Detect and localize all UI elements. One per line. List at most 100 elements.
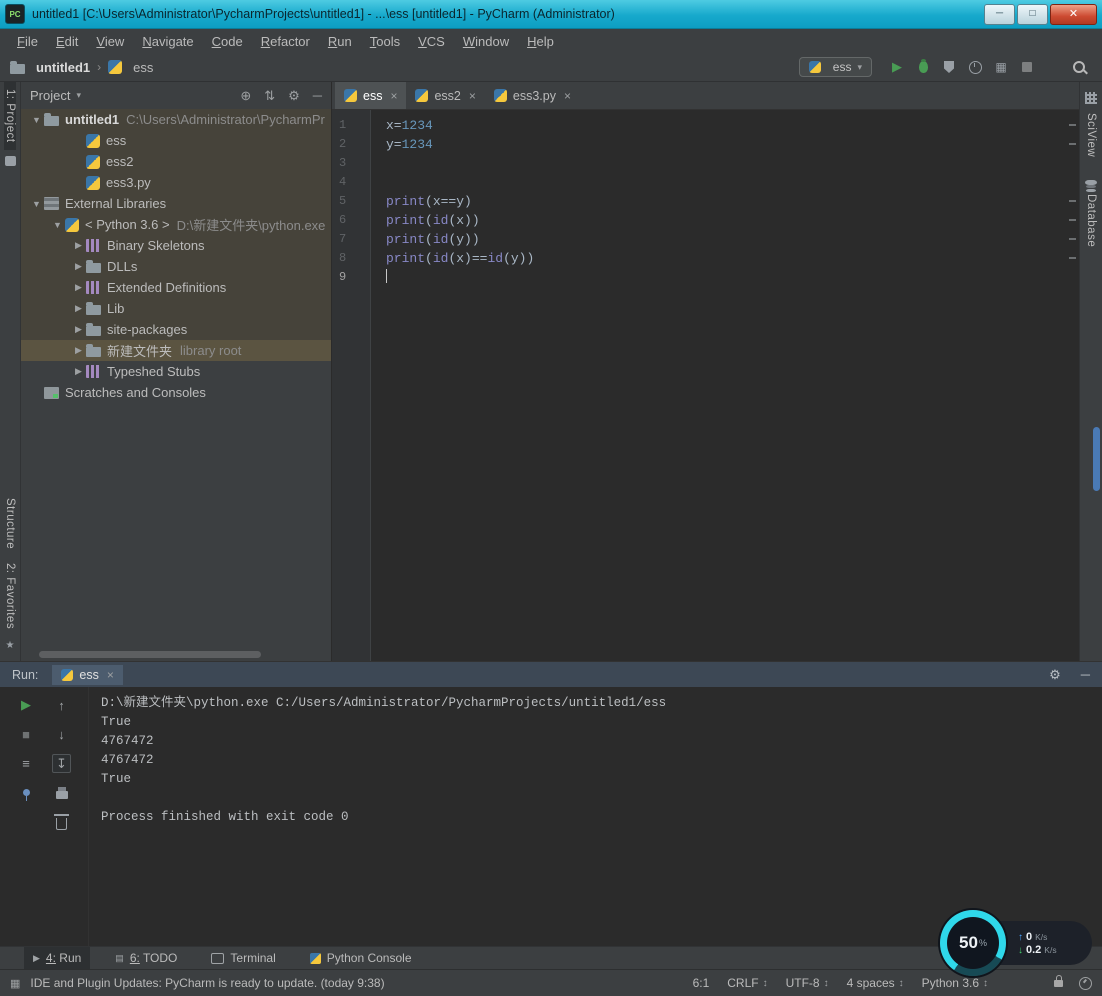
code-line-7[interactable]: 7 print(id(y)) [332, 230, 1079, 249]
menu-item-edit[interactable]: Edit [47, 32, 87, 51]
collapsed-arrow-icon[interactable]: ▶ [71, 345, 86, 356]
editor-tab-ess2[interactable]: ess2 × [406, 82, 484, 109]
tree-item-ess[interactable]: ess [21, 130, 331, 151]
menu-item-window[interactable]: Window [454, 32, 518, 51]
expanded-arrow-icon[interactable]: ▼ [50, 220, 65, 230]
tree-item-external-libraries[interactable]: ▼ External Libraries [21, 193, 331, 214]
net-speed-widget[interactable]: ↑ 0 K/s ↓ 0.2 K/s 50 % [940, 910, 1092, 976]
toolwindow-button-favorites[interactable]: 2: Favorites [4, 556, 16, 636]
minimize-button[interactable]: ─ [984, 3, 1015, 25]
menu-item-tools[interactable]: Tools [361, 32, 409, 51]
toolwindow-toggle-icon[interactable]: ▦ [10, 977, 20, 990]
menu-item-code[interactable]: Code [203, 32, 252, 51]
tree-item-binary-skeletons[interactable]: ▶ Binary Skeletons [21, 235, 331, 256]
menu-item-view[interactable]: View [87, 32, 133, 51]
breadcrumb-ess[interactable]: ess [108, 60, 153, 75]
tab-close-icon[interactable]: × [469, 89, 476, 103]
horizontal-scrollbar[interactable] [39, 651, 261, 658]
collapsed-arrow-icon[interactable]: ▶ [71, 324, 86, 335]
code-line-1[interactable]: 1 x=1234 [332, 116, 1079, 135]
status-4-spaces[interactable]: 4 spaces ↕ [847, 976, 904, 990]
editor-tab-ess[interactable]: ess × [335, 82, 407, 109]
close-icon[interactable]: × [107, 668, 114, 682]
code-line-4[interactable]: 4 [332, 173, 1079, 192]
next-occurrence-button[interactable]: ↓ [53, 725, 71, 743]
gear-icon[interactable]: ⚙ [288, 88, 300, 104]
collapsed-arrow-icon[interactable]: ▶ [71, 366, 86, 377]
status-crlf[interactable]: CRLF ↕ [727, 976, 767, 990]
breadcrumb-untitled1[interactable]: untitled1 [10, 60, 90, 75]
menu-item-vcs[interactable]: VCS [409, 32, 454, 51]
run-button[interactable]: ▶ [886, 56, 908, 78]
maximize-button[interactable]: □ [1017, 3, 1048, 25]
collapsed-arrow-icon[interactable]: ▶ [71, 303, 86, 314]
lock-icon[interactable] [1054, 974, 1063, 987]
stop-button[interactable] [1016, 56, 1038, 78]
tree-item-lib[interactable]: ▶ Lib [21, 298, 331, 319]
pin-tab-button[interactable] [17, 783, 35, 801]
collapse-all-icon[interactable]: ⇅ [264, 88, 275, 104]
collapsed-arrow-icon[interactable]: ▶ [71, 282, 86, 293]
clear-all-button[interactable] [53, 813, 71, 831]
hide-panel-icon[interactable]: ─ [313, 88, 322, 103]
tab-close-icon[interactable]: × [390, 89, 397, 103]
toolwindow-button-database[interactable]: Database [1085, 187, 1097, 254]
search-everywhere-button[interactable] [1068, 56, 1090, 78]
console-output[interactable]: D:\新建文件夹\python.exe C:/Users/Administrat… [89, 687, 1102, 946]
code-line-8[interactable]: 8 print(id(x)==id(y)) [332, 249, 1079, 268]
menu-item-file[interactable]: File [8, 32, 47, 51]
menu-item-navigate[interactable]: Navigate [133, 32, 202, 51]
status-6-1[interactable]: 6:1 [693, 976, 710, 990]
toolwindow-button-project[interactable]: 1: Project [4, 82, 16, 150]
print-button[interactable] [53, 784, 71, 802]
code-line-5[interactable]: 5 print(x==y) [332, 192, 1079, 211]
code-line-3[interactable]: 3 [332, 154, 1079, 173]
toolwindow-button-terminal[interactable]: Terminal [202, 947, 284, 969]
tree-item-typeshed-stubs[interactable]: ▶ Typeshed Stubs [21, 361, 331, 382]
tree-item-xinjian-wenjianjia[interactable]: ▶ 新建文件夹 library root [21, 340, 331, 361]
toolwindow-button-structure[interactable]: Structure [4, 491, 16, 556]
hide-panel-icon[interactable]: ─ [1081, 667, 1090, 683]
toolwindow-button-4-run[interactable]: ▶ 4: Run [24, 947, 91, 969]
stop-button[interactable]: ■ [17, 725, 35, 743]
scrollbar-thumb[interactable] [1093, 427, 1100, 491]
editor[interactable]: 1 x=1234 2 y=1234 3 4 5 print(x==y) 6 print(id(x)… [332, 110, 1079, 661]
close-button[interactable]: ✕ [1050, 3, 1097, 25]
status-python-3-6[interactable]: Python 3.6 ↕ [922, 976, 988, 990]
coverage-button[interactable] [938, 56, 960, 78]
tab-close-icon[interactable]: × [564, 89, 571, 103]
code-line-2[interactable]: 2 y=1234 [332, 135, 1079, 154]
tree-item-python-3-6[interactable]: ▼ < Python 3.6 > D:\新建文件夹\python.exe [21, 214, 331, 235]
tree-item-dlls[interactable]: ▶ DLLs [21, 256, 331, 277]
tree-item-ess3-py[interactable]: ess3.py [21, 172, 331, 193]
gear-icon[interactable]: ⚙ [1049, 667, 1061, 683]
toolwindow-button-python-console[interactable]: Python Console [301, 947, 421, 969]
run-tab-ess[interactable]: ess × [52, 664, 123, 685]
menu-item-run[interactable]: Run [319, 32, 361, 51]
toolwindow-button-sciview[interactable]: SciView [1085, 106, 1097, 164]
prev-occurrence-button[interactable]: ↑ [53, 696, 71, 714]
code-line-9[interactable]: 9 [332, 268, 1079, 287]
rerun-button[interactable]: ▶ [17, 696, 35, 714]
expanded-arrow-icon[interactable]: ▼ [29, 199, 44, 209]
tree-item-ess2[interactable]: ess2 [21, 151, 331, 172]
editor-tab-ess3-py[interactable]: ess3.py × [485, 82, 580, 109]
menu-item-help[interactable]: Help [518, 32, 563, 51]
concurrency-diagram-button[interactable]: ▦ [990, 56, 1012, 78]
soft-wrap-button[interactable]: ≡ [17, 754, 35, 772]
code-line-6[interactable]: 6 print(id(x)) [332, 211, 1079, 230]
status-utf-8[interactable]: UTF-8 ↕ [786, 976, 829, 990]
project-view-select[interactable]: Project ▾ [30, 88, 81, 103]
scroll-to-end-button[interactable]: ↧ [52, 754, 71, 773]
status-message[interactable]: IDE and Plugin Updates: PyCharm is ready… [30, 976, 384, 990]
toolwindow-button-6-todo[interactable]: ▤ 6: TODO [106, 947, 186, 969]
collapsed-arrow-icon[interactable]: ▶ [71, 261, 86, 272]
locate-file-icon[interactable]: ⊕ [240, 88, 251, 104]
debug-button[interactable] [912, 56, 934, 78]
profiler-button[interactable] [964, 56, 986, 78]
collapsed-arrow-icon[interactable]: ▶ [71, 240, 86, 251]
tree-item-scratches-and-consoles[interactable]: Scratches and Consoles [21, 382, 331, 403]
gauge-icon[interactable] [1079, 976, 1092, 990]
editor-stripe[interactable] [1066, 110, 1079, 661]
tree-item-extended-definitions[interactable]: ▶ Extended Definitions [21, 277, 331, 298]
